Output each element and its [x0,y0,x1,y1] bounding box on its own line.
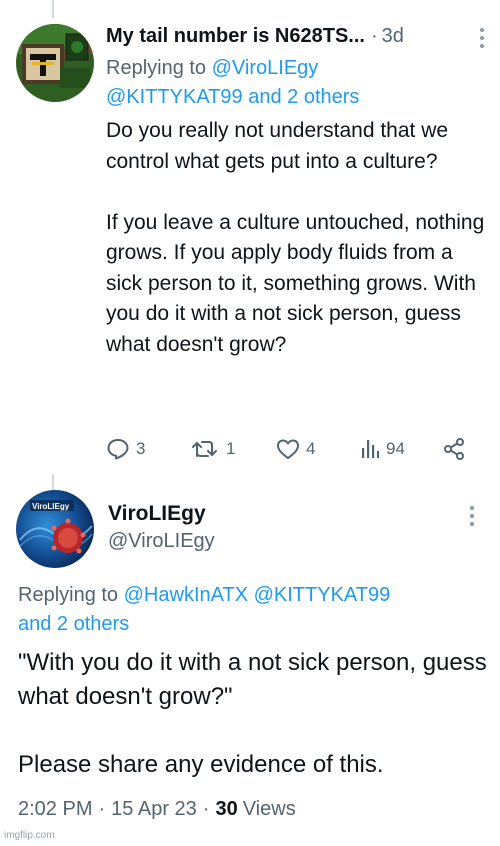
mention-link[interactable]: @HawkInATX [124,584,248,606]
separator-dot: · [98,798,106,820]
like-button[interactable]: 4 [276,434,315,464]
reply-icon [107,439,129,460]
tweet-text: Do you really not understand that we con… [106,119,485,356]
retweet-icon [192,441,217,457]
views-count: 30 [215,798,238,820]
replying-to: Replying to @HawkInATX @KITTYKAT99 and 2… [18,581,486,639]
reply-button[interactable]: 3 [106,434,145,464]
timestamp[interactable]: 3d [382,25,404,48]
retweet-count: 1 [226,439,236,458]
avatar-image: ViroLIEgy [16,490,94,568]
user-handle[interactable]: @ViroLIEgy [108,530,215,553]
avatar[interactable]: ViroLIEgy [16,490,94,568]
replying-prefix: Replying to [106,57,207,79]
watermark: imgflip.com [4,830,55,841]
more-icon[interactable] [470,506,474,526]
reply-count: 3 [136,439,146,458]
avatar[interactable] [16,24,94,102]
others-link[interactable]: and 2 others [18,613,129,635]
tweet-date[interactable]: 15 Apr 23 [111,798,197,821]
action-bar: 3 1 4 94 [106,434,472,464]
mention-link[interactable]: @KITTYKAT99 [106,86,243,108]
mention-link[interactable]: @ViroLIEgy [212,57,319,79]
like-icon [277,439,299,459]
display-name[interactable]: ViroLIEgy [108,502,206,526]
replying-to: Replying to @ViroLIEgy @KITTYKAT99 and 2… [106,54,486,112]
share-icon [444,438,464,460]
like-count: 4 [306,439,316,458]
views-count: 94 [386,439,405,458]
others-link[interactable]: 2 others [287,86,359,108]
tweet-text: "With you do it with a not sick person, … [18,649,487,778]
thread-line [52,0,54,18]
share-button[interactable] [442,434,466,464]
separator-dot: · [370,24,378,47]
avatar-image [16,24,94,102]
views-button[interactable]: 94 [360,434,405,464]
mention-link[interactable]: @KITTYKAT99 [254,584,391,606]
tweet-time[interactable]: 2:02 PM [18,798,92,821]
more-icon[interactable] [480,28,486,48]
replying-and: and [248,86,282,108]
retweet-button[interactable]: 1 [190,434,235,464]
views-label: Views [242,798,296,820]
display-name[interactable]: My tail number is N628TS... [106,25,365,48]
tweet-header: My tail number is N628TS... · 3d [106,22,486,50]
replying-prefix: Replying to [18,584,119,606]
views-icon [362,440,379,458]
svg-text:ViroLIEgy: ViroLIEgy [32,502,70,511]
separator-dot: · [202,798,210,820]
tweet-meta: 2:02 PM · 15 Apr 23 · 30 Views [18,798,296,821]
